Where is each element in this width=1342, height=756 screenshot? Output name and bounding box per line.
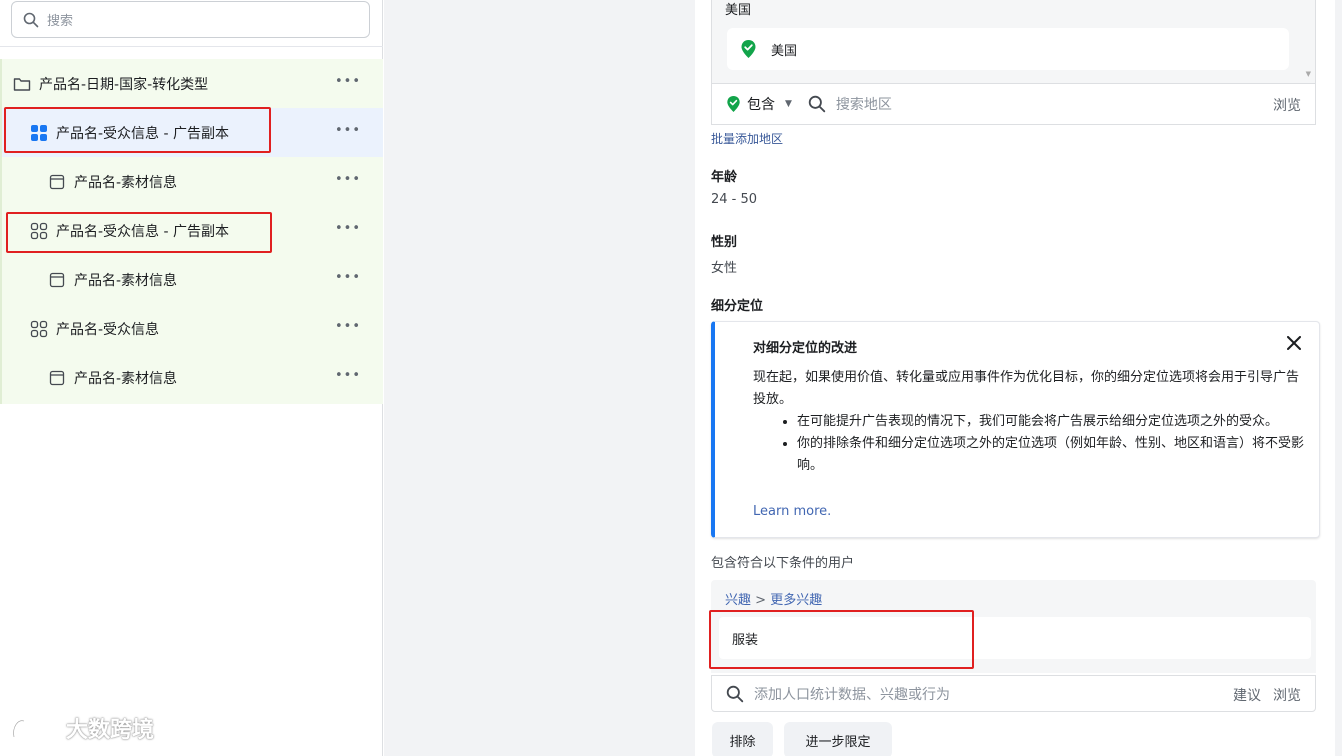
more-icon[interactable]: •••: [335, 368, 361, 383]
exclude-button-label: 排除: [729, 734, 756, 750]
narrow-audience-button-label: 进一步限定: [805, 734, 871, 750]
ad-icon: [48, 369, 66, 387]
background-gap: [384, 0, 695, 756]
targeting-panel: 美国 美国 ▼ 包含 ▼ 搜索地区 浏览 批量添加地区 年龄 24 - 50 性…: [695, 0, 1335, 756]
narrow-audience-button[interactable]: 进一步限定: [784, 722, 892, 756]
highlight-box: [6, 212, 272, 253]
tree-item-label: 产品名-素材信息: [74, 370, 178, 387]
close-icon[interactable]: [1287, 336, 1301, 350]
breadcrumb-separator: >: [755, 593, 767, 608]
watermark: 大数跨境: [10, 712, 154, 744]
browse-link[interactable]: 浏览: [1273, 685, 1301, 705]
bulk-add-link[interactable]: 批量添加地区: [711, 130, 783, 147]
search-placeholder: 搜索: [47, 14, 74, 29]
notice-paragraph: 现在起，如果使用价值、转化量或应用事件作为优化目标，你的细分定位选项将会用于引导…: [753, 370, 1300, 407]
highlight-box: [709, 610, 974, 669]
adset-outline-icon: [30, 320, 48, 338]
tree-item-campaign[interactable]: 产品名-日期-国家-转化类型 •••: [2, 59, 383, 108]
more-icon[interactable]: •••: [335, 74, 361, 89]
sidebar: 搜索 产品名-日期-国家-转化类型 ••• 产品名-受众信息 - 广告副本 ••…: [0, 0, 383, 756]
tree-item-ad[interactable]: 产品名-素材信息 •••: [2, 353, 383, 402]
location-box: 美国 美国 ▼: [711, 0, 1316, 84]
breadcrumb: 兴趣 > 更多兴趣: [725, 589, 822, 608]
breadcrumb-more-interests[interactable]: 更多兴趣: [770, 593, 822, 608]
location-pin-icon: [726, 95, 741, 113]
search-icon: [23, 12, 39, 28]
age-value: 24 - 50: [711, 192, 758, 207]
location-search-input[interactable]: 搜索地区: [836, 94, 892, 114]
search-input[interactable]: 搜索: [11, 1, 370, 38]
location-chip-label: 美国: [771, 43, 798, 59]
background-gap: [1335, 0, 1342, 756]
tree-item-label: 产品名-素材信息: [74, 272, 178, 289]
location-pin-icon: [740, 39, 757, 59]
notice-body: 现在起，如果使用价值、转化量或应用事件作为优化目标，你的细分定位选项将会用于引导…: [753, 367, 1308, 477]
ad-icon: [48, 173, 66, 191]
search-icon: [726, 685, 744, 703]
breadcrumb-interests[interactable]: 兴趣: [725, 593, 751, 608]
watermark-logo-icon: [10, 713, 62, 743]
location-search-bar: 包含 ▼ 搜索地区 浏览: [711, 84, 1316, 125]
include-users-label: 包含符合以下条件的用户: [711, 556, 855, 571]
notice-bullet: 在可能提升广告表现的情况下，我们可能会将广告展示给细分定位选项之外的受众。: [797, 411, 1308, 433]
detailed-targeting-title: 细分定位: [711, 299, 764, 314]
browse-link[interactable]: 浏览: [1273, 95, 1301, 115]
tree-item-label: 产品名-素材信息: [74, 174, 178, 191]
interest-search-bar: 添加人口统计数据、兴趣或行为 建议 浏览: [711, 675, 1316, 712]
more-icon[interactable]: •••: [335, 270, 361, 285]
age-title: 年龄: [711, 170, 738, 185]
more-icon[interactable]: •••: [335, 172, 361, 187]
notice-title: 对细分定位的改进: [753, 341, 858, 356]
include-dropdown[interactable]: 包含: [747, 94, 775, 114]
learn-more-link[interactable]: Learn more.: [753, 504, 831, 519]
suggestions-link[interactable]: 建议: [1233, 685, 1261, 705]
tree-item-adset[interactable]: 产品名-受众信息 •••: [2, 304, 383, 353]
tree-item-label: 产品名-日期-国家-转化类型: [39, 76, 209, 93]
highlight-box: [4, 107, 271, 153]
divider: [0, 46, 383, 47]
watermark-text: 大数跨境: [66, 718, 155, 743]
location-label: 美国: [725, 3, 752, 18]
gender-title: 性别: [711, 235, 738, 250]
notice-list: 在可能提升广告表现的情况下，我们可能会将广告展示给细分定位选项之外的受众。 你的…: [797, 411, 1308, 477]
search-icon: [808, 95, 826, 113]
notice-card: 对细分定位的改进 现在起，如果使用价值、转化量或应用事件作为优化目标，你的细分定…: [711, 321, 1320, 538]
exclude-button[interactable]: 排除: [712, 722, 773, 756]
scroll-arrow-icon[interactable]: ▼: [1306, 70, 1311, 78]
gender-value: 女性: [711, 261, 738, 276]
more-icon[interactable]: •••: [335, 221, 361, 236]
tree-item-ad[interactable]: 产品名-素材信息 •••: [2, 157, 383, 206]
tree-item-label: 产品名-受众信息: [56, 321, 160, 338]
interest-search-input[interactable]: 添加人口统计数据、兴趣或行为: [754, 684, 950, 704]
notice-bullet: 你的排除条件和细分定位选项之外的定位选项（例如年龄、性别、地区和语言）将不受影响…: [797, 433, 1308, 477]
more-icon[interactable]: •••: [335, 123, 361, 138]
ad-icon: [48, 271, 66, 289]
more-icon[interactable]: •••: [335, 319, 361, 334]
tree-item-ad[interactable]: 产品名-素材信息 •••: [2, 255, 383, 304]
location-chip[interactable]: 美国: [727, 28, 1289, 70]
chevron-down-icon[interactable]: ▼: [785, 99, 792, 109]
folder-icon: [13, 75, 31, 93]
